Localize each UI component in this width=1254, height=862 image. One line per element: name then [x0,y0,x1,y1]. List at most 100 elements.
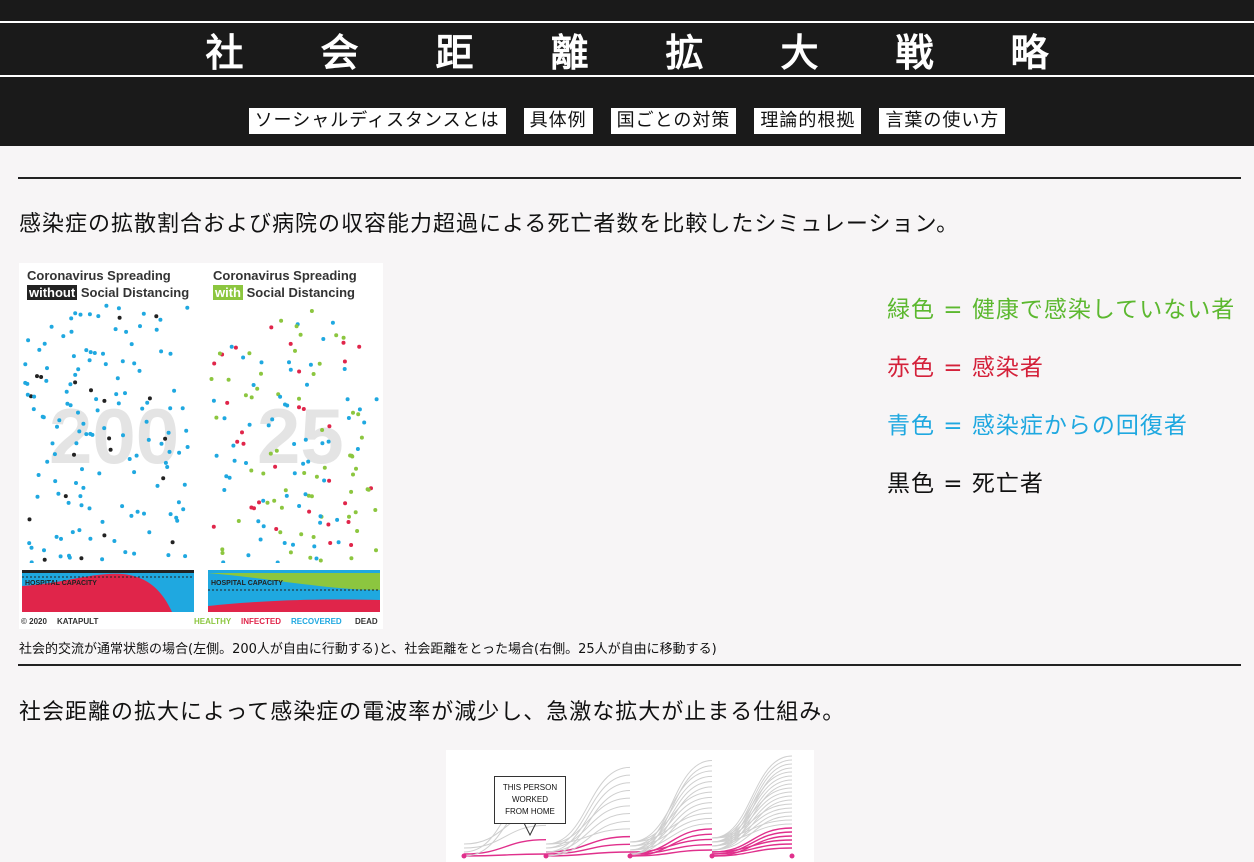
person-dot [346,416,351,420]
legend-recovered: 青色 = 感染症からの回復者 [887,413,1188,439]
simulation-figure: Coronavirus Spreading without Social Dis… [19,263,383,629]
nav-link-usage[interactable]: 言葉の使い方 [879,108,1006,134]
person-dot [32,394,37,399]
person-dot [283,488,288,493]
person-dot [232,458,237,463]
person-dot [275,560,280,563]
person-dot [78,494,83,499]
figure-footer: © 2020 KATAPULT HEALTHY INFECTED RECOVER… [19,615,383,629]
person-dot [309,494,314,499]
person-dot [282,541,287,545]
person-dot [305,382,309,387]
person-dot [168,512,173,517]
copyright-text: © 2020 [21,617,47,626]
person-dot [256,519,261,524]
person-dot [261,471,266,476]
person-dot [327,478,332,483]
person-dot [167,449,172,454]
legend-word-healthy: HEALTHY [194,617,232,626]
person-dot [94,397,99,402]
nav-link-countries[interactable]: 国ごとの対策 [610,108,737,134]
person-dot [288,550,293,555]
person-dot [308,555,313,560]
person-dot [73,372,78,377]
person-dot [36,473,41,477]
person-dot [117,315,122,320]
person-dot [132,361,137,366]
person-dot [73,311,78,316]
person-dot [302,471,307,475]
person-dot [306,459,311,464]
transmission-diagram: THIS PERSON WORKED FROM HOME [446,750,814,862]
person-dot [134,453,139,458]
person-dot [168,406,173,411]
person-dot [355,447,360,451]
capacity-area [208,570,380,612]
person-dot [184,428,189,433]
person-dot [35,494,40,499]
person-dot [301,407,306,411]
nav-link-about[interactable]: ソーシャルディスタンスとは [248,108,506,134]
person-dot [251,383,256,387]
person-dot [101,351,105,356]
person-dot [334,333,339,338]
person-dot [269,325,274,330]
person-dot [231,443,236,448]
person-dot [222,488,227,492]
person-dot [309,309,314,313]
legend-word-infected: INFECTED [241,617,281,626]
person-dot [87,358,92,363]
person-dot [335,517,340,522]
person-dot [283,402,287,407]
nav-link-rationale[interactable]: 理論的根拠 [754,108,862,134]
person-dot [112,539,117,543]
person-dot [96,314,101,319]
person-dot [318,520,323,525]
person-dot [211,524,216,529]
dead-band [22,570,194,573]
person-dot [168,351,173,356]
person-dot [88,431,93,436]
nav-link-examples[interactable]: 具体例 [523,108,593,134]
person-dot [330,320,335,325]
nav-menu: ソーシャルディスタンスとは 具体例 国ごとの対策 理論的根拠 言葉の使い方 [0,108,1254,134]
person-dot [124,329,129,334]
person-dot [23,380,28,385]
person-dot [84,432,89,437]
person-dot [291,542,295,547]
person-dot [214,415,219,420]
person-dot [145,400,150,405]
panel-without-distancing: Coronavirus Spreading without Social Dis… [19,263,197,612]
title-band: 社会距離拡大戦略 [0,21,1254,77]
person-dot [374,548,378,553]
person-dot [74,481,78,485]
person-dot [92,351,97,355]
person-dot [61,334,66,339]
person-dot [357,407,362,412]
person-dot [79,556,84,561]
person-dot [341,340,346,345]
person-dot [341,335,346,340]
person-dot [297,369,302,374]
branch-node [627,853,633,859]
person-dot [354,466,358,471]
person-dot [80,467,84,472]
person-dot [123,550,128,555]
person-dot [226,377,231,382]
note-box: THIS PERSON WORKED FROM HOME [494,776,566,824]
person-dot [74,441,79,446]
person-dot [318,558,323,563]
person-dot [95,408,100,413]
person-dot [177,450,182,455]
branch-node [543,853,549,859]
note-line: FROM HOME [505,807,555,816]
person-dot [140,406,145,411]
person-dot [345,397,350,402]
person-dot [84,348,89,353]
person-dot [211,398,216,403]
person-dot [328,541,333,545]
person-dot [185,445,190,449]
capacity-chart: HOSPITAL CAPACITY [22,570,194,612]
person-dot [87,506,92,511]
person-dot [73,380,78,385]
